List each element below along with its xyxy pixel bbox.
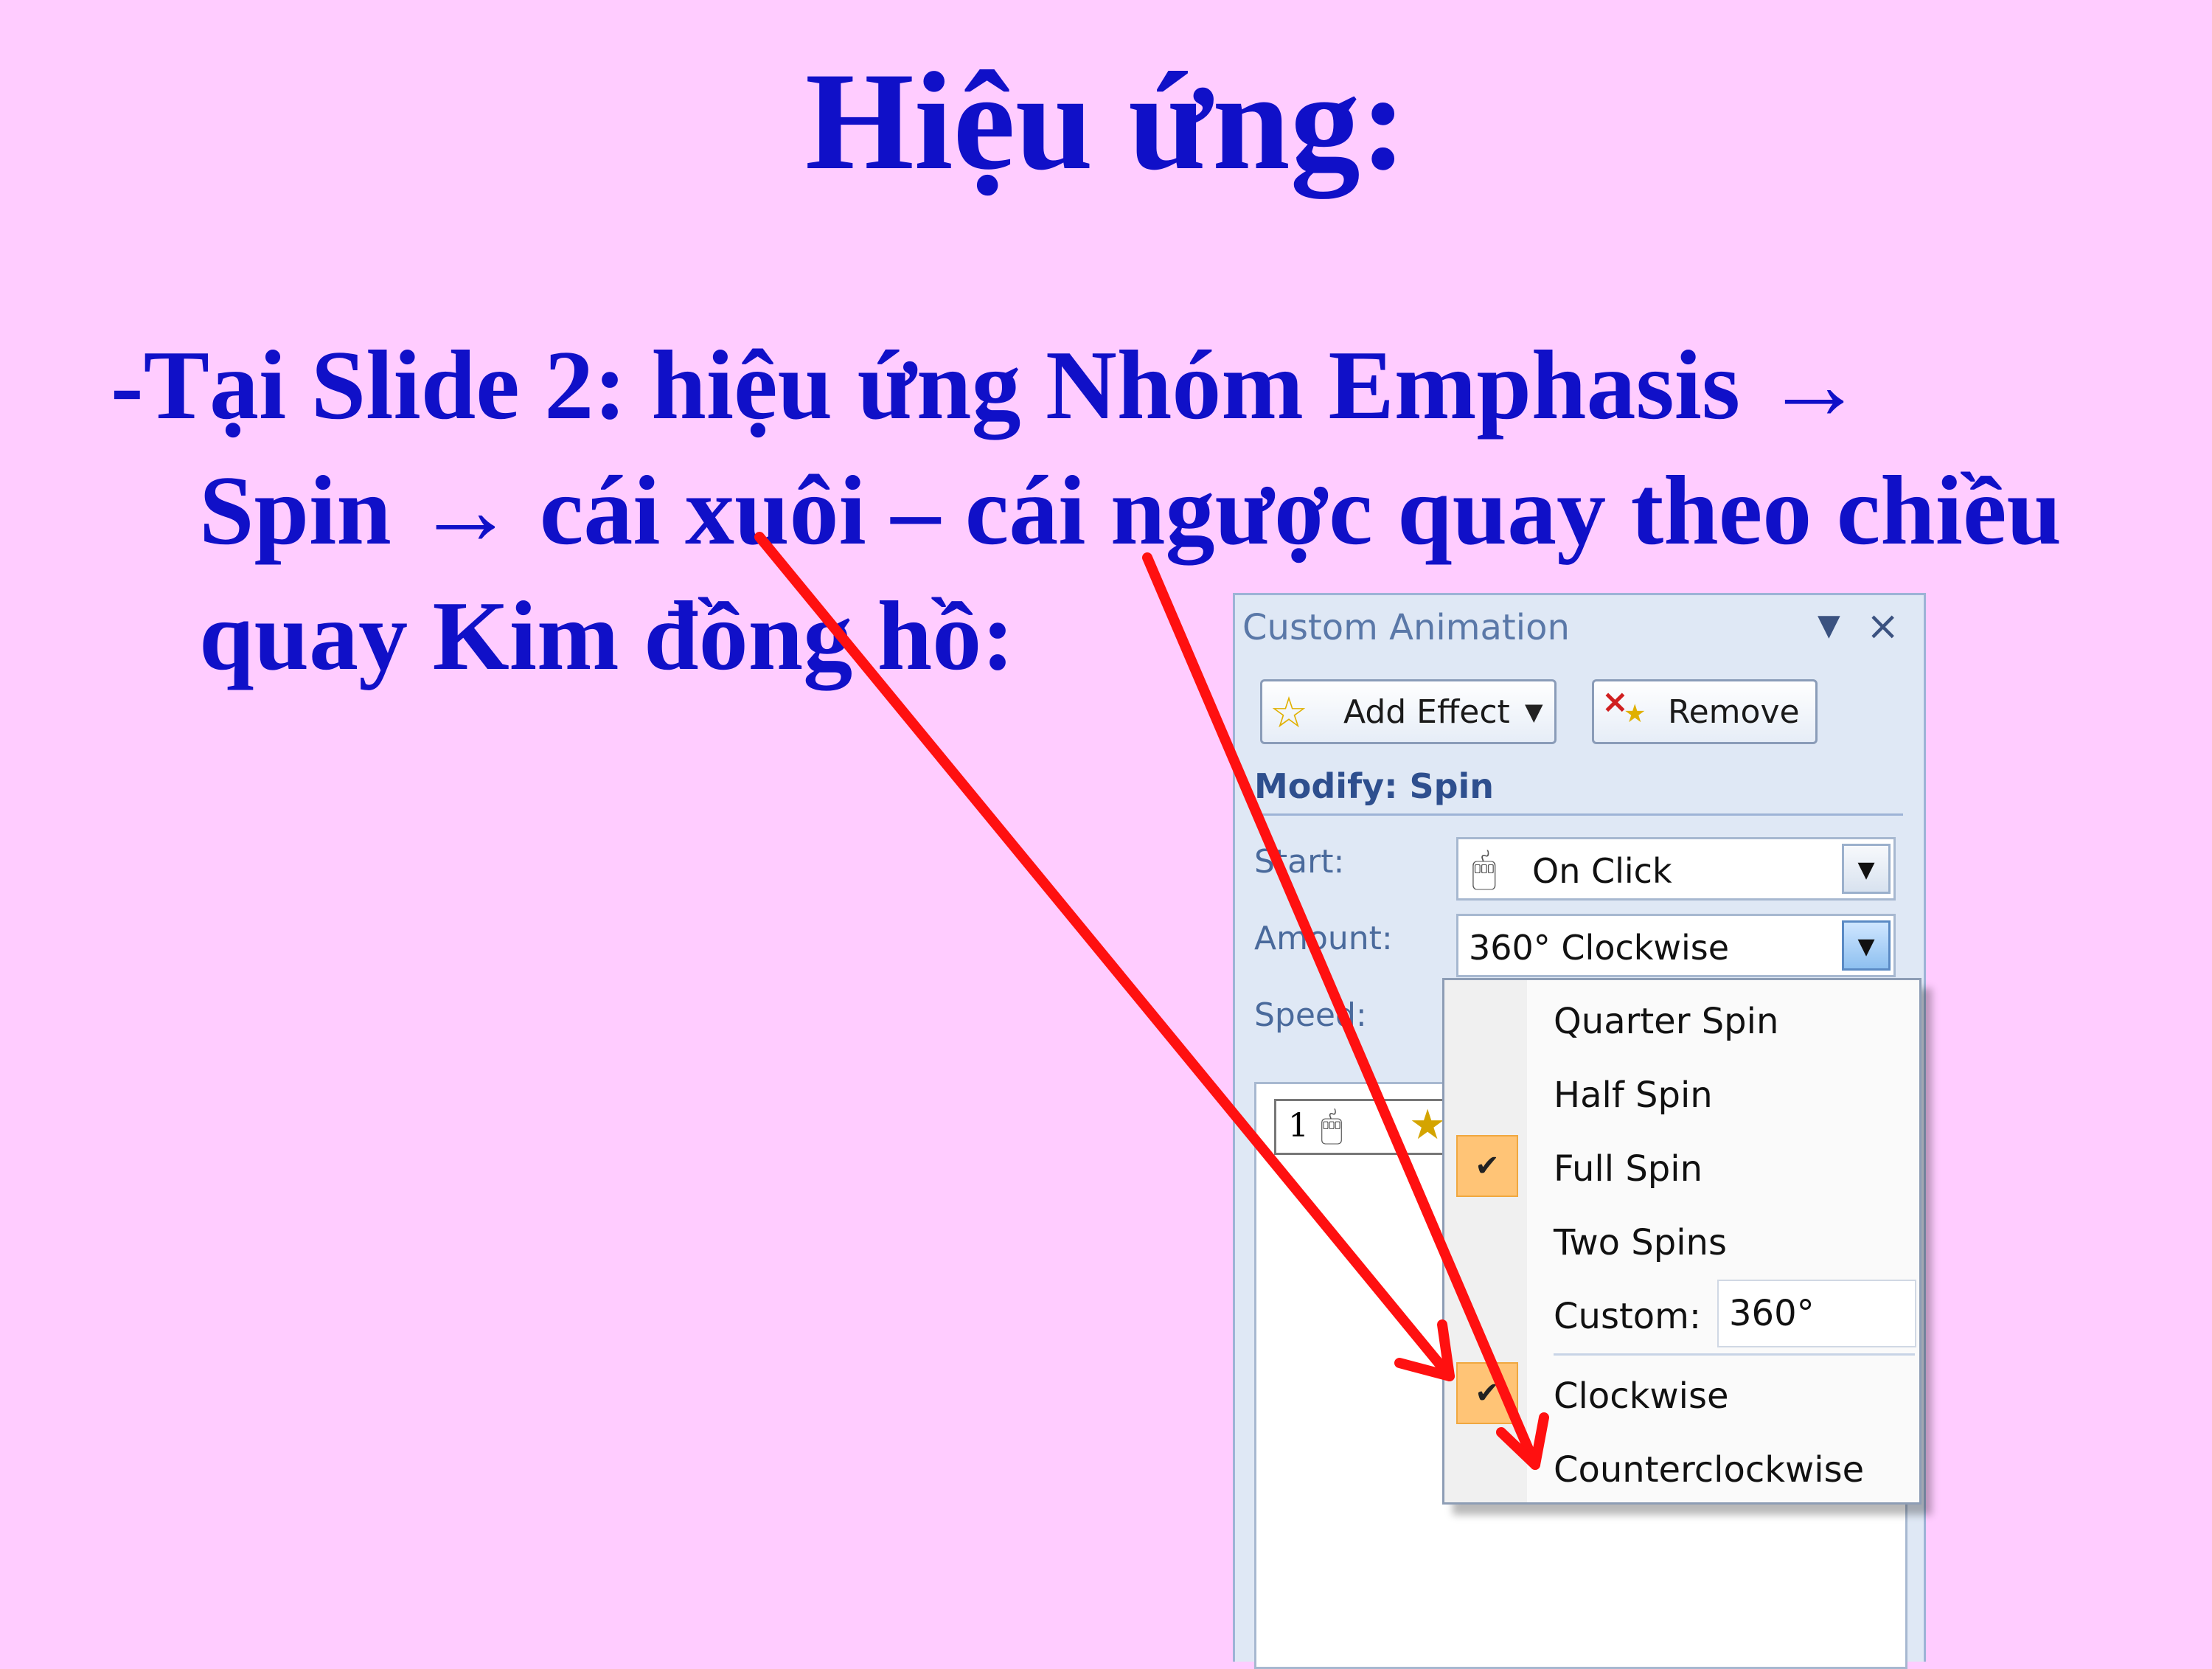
custom-amount-value: 360° [1729, 1293, 1815, 1334]
remove-star-icon: ★ [1624, 699, 1646, 729]
menu-item-clockwise[interactable]: Clockwise [1554, 1375, 1729, 1417]
menu-item-quarter-spin[interactable]: Quarter Spin [1554, 1001, 1778, 1042]
chevron-down-icon: ▼ [1525, 698, 1543, 726]
checkmark-icon: ✔ [1456, 1135, 1518, 1197]
amount-combo[interactable]: 360° Clockwise ▼ [1456, 914, 1896, 977]
custom-amount-input[interactable]: 360° [1717, 1280, 1916, 1347]
slide-title: Hiệu ứng: [804, 44, 1408, 199]
effect-star-icon: ★ [1409, 1101, 1447, 1149]
speed-label: Speed: [1254, 996, 1367, 1034]
close-icon[interactable]: × [1866, 603, 1899, 649]
amount-label: Amount: [1254, 920, 1393, 957]
menu-separator [1554, 1353, 1915, 1356]
mouse-click-icon: 🖱 [1321, 1104, 1343, 1147]
add-effect-label: Add Effect [1343, 693, 1510, 731]
menu-item-full-spin[interactable]: Full Spin [1554, 1148, 1703, 1190]
remove-label: Remove [1668, 693, 1800, 731]
menu-item-half-spin[interactable]: Half Spin [1554, 1075, 1713, 1116]
bullet-line-1: -Tại Slide 2: hiệu ứng Nhóm Emphasis → [111, 330, 1864, 440]
remove-button[interactable]: × ★ Remove [1592, 679, 1818, 744]
bullet-line-3: quay Kim đồng hồ: [199, 581, 1015, 690]
section-divider [1254, 813, 1903, 816]
start-dropdown-button[interactable]: ▼ [1842, 844, 1891, 894]
menu-item-custom-label: Custom: [1554, 1296, 1702, 1337]
menu-item-counterclockwise[interactable]: Counterclockwise [1554, 1449, 1864, 1491]
bullet-line-2: Spin → cái xuôi – cái ngược quay theo ch… [199, 456, 2062, 565]
list-item-number: 1 [1288, 1107, 1309, 1145]
list-item[interactable]: 1 🖱 ★ [1274, 1099, 1448, 1155]
pane-title: Custom Animation [1242, 607, 1570, 648]
start-value: On Click [1532, 851, 1672, 891]
pane-menu-dropdown-icon[interactable]: ▼ [1818, 608, 1840, 642]
amount-dropdown-button[interactable]: ▼ [1842, 920, 1891, 971]
checkmark-icon: ✔ [1456, 1362, 1518, 1424]
mouse-click-icon: 🖱 [1472, 845, 1497, 893]
add-effect-star-icon: ☆ [1270, 687, 1308, 738]
add-effect-button[interactable]: ☆ Add Effect ▼ [1260, 679, 1557, 744]
start-combo[interactable]: 🖱 On Click ▼ [1456, 837, 1896, 901]
start-label: Start: [1254, 843, 1345, 881]
menu-item-two-spins[interactable]: Two Spins [1554, 1222, 1727, 1263]
modify-heading: Modify: Spin [1254, 766, 1495, 806]
amount-dropdown-menu: Quarter Spin Half Spin ✔ Full Spin Two S… [1442, 978, 1921, 1505]
amount-value: 360° Clockwise [1469, 928, 1730, 968]
